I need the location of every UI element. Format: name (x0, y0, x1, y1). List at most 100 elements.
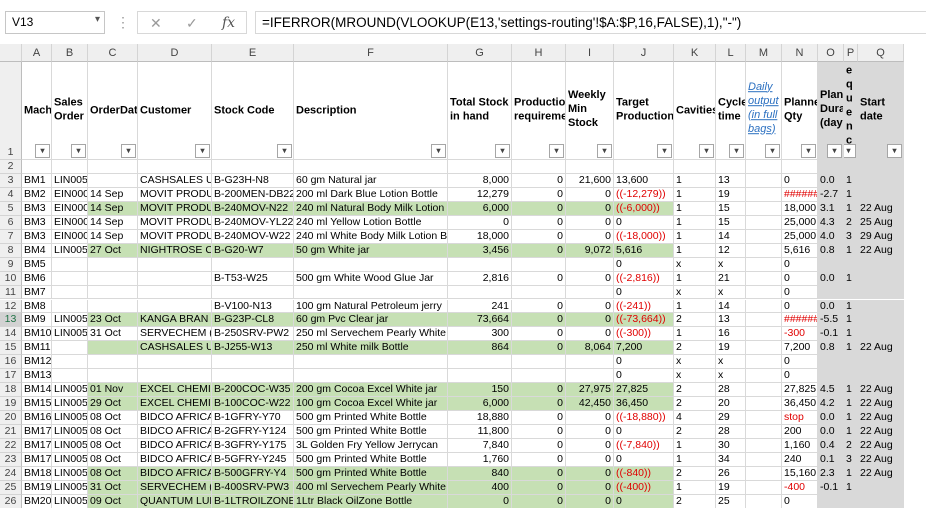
cell-n16[interactable]: 0 (782, 355, 818, 370)
cell-c17[interactable] (88, 369, 138, 384)
cell-g4[interactable]: 12,279 (448, 187, 512, 202)
cell-p2[interactable] (844, 160, 858, 174)
cell-p3[interactable]: 1 (844, 173, 858, 188)
filter-dropdown-icon[interactable]: ▾ (597, 144, 612, 158)
cell-e23[interactable]: B-5GFRY-Y245 (212, 452, 294, 467)
cell-e5[interactable]: B-240MOV-N22 (212, 201, 294, 216)
cell-f18[interactable]: 200 gm Cocoa Excel White jar (294, 383, 448, 398)
cell-p7[interactable]: 3 (844, 229, 858, 244)
cell-k15[interactable]: 2 (674, 341, 716, 356)
row-header-4[interactable]: 4 (0, 187, 22, 202)
cell-n21[interactable]: 200 (782, 425, 818, 439)
cell-e16[interactable] (212, 355, 294, 370)
cell-c18[interactable]: 01 Nov (88, 383, 138, 398)
spreadsheet-grid[interactable]: ABCDEFGHIJKLMNOPQ1Machine▾Sales Order▾Or… (0, 44, 926, 508)
cell-g25[interactable]: 400 (448, 480, 512, 495)
filter-dropdown-icon[interactable]: ▾ (699, 144, 714, 158)
header-cell-m[interactable]: Daily output (in full bags) ▾ (746, 62, 782, 160)
cell-e21[interactable]: B-2GFRY-Y124 (212, 425, 294, 439)
cell-g15[interactable]: 864 (448, 341, 512, 356)
cell-m8[interactable] (746, 243, 782, 258)
column-header-j[interactable]: J (614, 44, 674, 62)
cell-e15[interactable]: B-J255-W13 (212, 341, 294, 356)
cell-e6[interactable]: B-240MOV-YL22 (212, 215, 294, 230)
cell-i16[interactable] (566, 355, 614, 370)
cell-i8[interactable]: 9,072 (566, 243, 614, 258)
column-header-b[interactable]: B (52, 44, 88, 62)
cell-p10[interactable]: 1 (844, 271, 858, 286)
row-header-16[interactable]: 16 (0, 355, 22, 370)
cell-d11[interactable] (138, 285, 212, 300)
cell-g13[interactable]: 73,664 (448, 313, 512, 328)
cell-d14[interactable]: SERVECHEM (I (138, 327, 212, 342)
column-header-p[interactable]: P (844, 44, 858, 62)
cell-q2[interactable] (858, 160, 904, 174)
cell-o4[interactable]: -2.7 (818, 187, 844, 202)
cell-m10[interactable] (746, 271, 782, 286)
cell-q23[interactable]: 22 Aug (858, 452, 904, 467)
cell-p21[interactable]: 1 (844, 425, 858, 439)
cell-g18[interactable]: 150 (448, 383, 512, 398)
cell-k7[interactable]: 1 (674, 229, 716, 244)
cell-i24[interactable]: 0 (566, 466, 614, 481)
cell-d2[interactable] (138, 160, 212, 174)
cell-n19[interactable]: 36,450 (782, 397, 818, 412)
cell-i14[interactable]: 0 (566, 327, 614, 342)
cell-b12[interactable] (52, 299, 88, 314)
cell-k5[interactable]: 1 (674, 201, 716, 216)
cell-p20[interactable]: 1 (844, 411, 858, 426)
cell-c24[interactable]: 08 Oct (88, 466, 138, 481)
cell-i9[interactable] (566, 257, 614, 272)
cell-g21[interactable]: 11,800 (448, 425, 512, 439)
cell-d16[interactable] (138, 355, 212, 370)
cell-c21[interactable]: 08 Oct (88, 425, 138, 439)
cell-a11[interactable]: BM7 (22, 285, 52, 300)
cell-j9[interactable]: 0 (614, 257, 674, 272)
filter-dropdown-icon[interactable]: ▾ (121, 144, 136, 158)
cell-m24[interactable] (746, 466, 782, 481)
filter-dropdown-icon[interactable]: ▾ (844, 144, 856, 158)
cell-n3[interactable]: 0 (782, 173, 818, 188)
cell-k18[interactable]: 2 (674, 383, 716, 398)
cell-h17[interactable] (512, 369, 566, 384)
column-header-m[interactable]: M (746, 44, 782, 62)
cell-i5[interactable]: 0 (566, 201, 614, 216)
header-cell-l[interactable]: Cycle time ▾ (716, 62, 746, 160)
name-box[interactable]: V13 ▾ (5, 11, 105, 34)
cell-k4[interactable]: 1 (674, 187, 716, 202)
cell-o2[interactable] (818, 160, 844, 174)
cell-q8[interactable]: 22 Aug (858, 243, 904, 258)
cell-a13[interactable]: BM9 (22, 313, 52, 328)
cell-b11[interactable] (52, 285, 88, 300)
cell-p19[interactable]: 1 (844, 397, 858, 412)
cell-q4[interactable] (858, 187, 904, 202)
cell-d26[interactable]: QUANTUM LUE (138, 494, 212, 508)
cell-j25[interactable]: ((-400)) (614, 480, 674, 495)
cell-o21[interactable]: 0.0 (818, 425, 844, 439)
cell-p14[interactable]: 1 (844, 327, 858, 342)
cell-o18[interactable]: 4.5 (818, 383, 844, 398)
cell-q6[interactable]: 25 Aug (858, 215, 904, 230)
cell-f23[interactable]: 500 gm Printed White Bottle (294, 452, 448, 467)
column-header-h[interactable]: H (512, 44, 566, 62)
cell-n15[interactable]: 7,200 (782, 341, 818, 356)
cell-j15[interactable]: 7,200 (614, 341, 674, 356)
cell-i11[interactable] (566, 285, 614, 300)
row-header-11[interactable]: 11 (0, 285, 22, 300)
cell-q10[interactable] (858, 271, 904, 286)
cell-n23[interactable]: 240 (782, 452, 818, 467)
cell-f26[interactable]: 1Ltr Black OilZone Bottle (294, 494, 448, 508)
filter-dropdown-icon[interactable]: ▾ (765, 144, 780, 158)
cell-p12[interactable]: 1 (844, 299, 858, 314)
cell-b14[interactable]: LIN0053 (52, 327, 88, 342)
cell-d23[interactable]: BIDCO AFRICA (138, 452, 212, 467)
cell-h16[interactable] (512, 355, 566, 370)
cell-a19[interactable]: BM15 (22, 397, 52, 412)
cell-a12[interactable]: BM8 (22, 299, 52, 314)
cell-e10[interactable]: B-T53-W25 (212, 271, 294, 286)
cell-p15[interactable]: 1 (844, 341, 858, 356)
filter-dropdown-icon[interactable]: ▾ (277, 144, 292, 158)
header-cell-i[interactable]: Weekly Min Stock ▾ (566, 62, 614, 160)
cell-a18[interactable]: BM14 (22, 383, 52, 398)
cell-l15[interactable]: 19 (716, 341, 746, 356)
